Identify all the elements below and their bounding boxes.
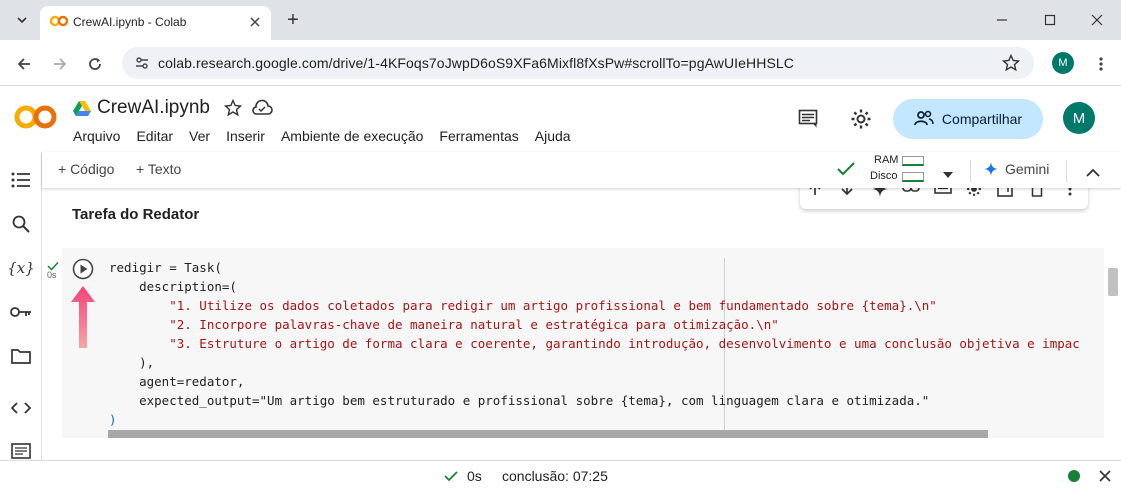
menu-ajuda[interactable]: Ajuda xyxy=(535,128,571,144)
horizontal-scrollbar[interactable] xyxy=(108,430,988,438)
share-label: Compartilhar xyxy=(941,111,1023,127)
status-exec-time: 0s xyxy=(467,468,482,484)
new-tab-button[interactable]: + xyxy=(281,8,305,32)
code-line-7: agent=redator, xyxy=(109,374,245,389)
notebook-content: Tarefa do Redator 0s redigir = Task( des… xyxy=(42,188,1121,460)
code-line-4: "2. Incorpore palavras-chave de maneira … xyxy=(109,317,779,332)
url-text: colab.research.google.com/drive/1-4KFoqs… xyxy=(158,55,795,71)
code-line-8: expected_output="Um artigo bem estrutura… xyxy=(109,393,930,408)
omnibox[interactable]: colab.research.google.com/drive/1-4KFoqs… xyxy=(122,47,1034,79)
star-notebook-icon[interactable] xyxy=(223,98,243,122)
runtime-dropdown-icon[interactable] xyxy=(942,166,954,184)
disk-bar xyxy=(902,172,924,182)
code-cell[interactable]: redigir = Task( description=( "1. Utiliz… xyxy=(62,248,1104,438)
status-completion: conclusão: 07:25 xyxy=(502,468,608,484)
files-folder-icon[interactable] xyxy=(9,344,33,368)
notebook-toolbar: + Código + Texto RAM Disco Gemini xyxy=(42,152,1121,188)
google-drive-icon xyxy=(73,100,91,121)
close-window-button[interactable] xyxy=(1085,8,1109,32)
colab-favicon-icon xyxy=(49,14,69,33)
secrets-key-icon[interactable] xyxy=(9,300,33,324)
left-sidebar: {x} xyxy=(0,152,42,460)
status-check-icon xyxy=(444,469,458,487)
code-editor[interactable]: redigir = Task( description=( "1. Utiliz… xyxy=(109,258,1080,429)
pointer-arrow-icon xyxy=(69,284,97,355)
ram-label: RAM xyxy=(874,154,899,166)
share-button[interactable]: Compartilhar xyxy=(893,99,1043,139)
collapse-toolbar-icon[interactable] xyxy=(1086,164,1100,182)
code-line-6: ), xyxy=(109,355,155,370)
settings-gear-icon[interactable] xyxy=(850,108,872,135)
code-snippets-icon[interactable] xyxy=(9,396,33,420)
code-line-2: description=( xyxy=(109,279,237,294)
close-status-icon[interactable] xyxy=(1099,469,1111,487)
cell-exec-time: 0s xyxy=(47,270,57,280)
run-cell-button[interactable] xyxy=(72,258,94,285)
comments-icon[interactable] xyxy=(798,109,818,134)
toolbar-divider xyxy=(970,160,971,182)
bookmark-star-icon[interactable] xyxy=(1001,53,1021,77)
colab-logo-icon[interactable] xyxy=(14,104,58,135)
toolbar-divider-2 xyxy=(1066,160,1067,182)
maximize-button[interactable] xyxy=(1038,8,1062,32)
menu-ambiente-execucao[interactable]: Ambiente de execução xyxy=(281,128,423,144)
code-line-3: "1. Utilize os dados coletados para redi… xyxy=(109,298,937,313)
menu-bar: Arquivo Editar Ver Inserir Ambiente de e… xyxy=(73,128,587,144)
add-person-icon xyxy=(914,110,934,129)
menu-ver[interactable]: Ver xyxy=(189,128,210,144)
site-info-icon[interactable] xyxy=(134,55,150,76)
forward-icon[interactable] xyxy=(48,52,72,76)
browser-menu-icon[interactable] xyxy=(1089,52,1113,76)
minimize-button[interactable] xyxy=(990,8,1014,32)
table-of-contents-icon[interactable] xyxy=(9,168,33,192)
variables-icon[interactable]: {x} xyxy=(7,256,35,280)
menu-inserir[interactable]: Inserir xyxy=(226,128,265,144)
connection-status-dot xyxy=(1068,470,1080,482)
cloud-saved-icon[interactable] xyxy=(251,99,273,122)
code-line-1: redigir = Task( xyxy=(109,260,222,275)
runtime-connected-check-icon xyxy=(837,162,855,181)
ram-bar xyxy=(902,156,924,166)
address-bar: colab.research.google.com/drive/1-4KFoqs… xyxy=(0,40,1121,86)
status-bar: 0s conclusão: 07:25 xyxy=(0,460,1121,490)
tab-search-icon[interactable] xyxy=(10,8,34,32)
code-line-5: "3. Estruture o artigo de forma clara e … xyxy=(109,336,1080,351)
gemini-label: Gemini xyxy=(1005,161,1050,177)
gemini-sparkle-icon xyxy=(984,162,998,181)
browser-tab[interactable]: CrewAI.ipynb - Colab xyxy=(40,6,271,40)
tab-title: CrewAI.ipynb - Colab xyxy=(73,15,187,29)
search-icon[interactable] xyxy=(9,212,33,236)
vertical-scrollbar[interactable] xyxy=(1108,268,1118,296)
reload-icon[interactable] xyxy=(83,52,107,76)
text-cell-heading: Tarefa do Redator xyxy=(72,206,200,223)
menu-editar[interactable]: Editar xyxy=(136,128,173,144)
disk-label: Disco xyxy=(870,170,898,182)
code-line-9: ) xyxy=(109,412,117,427)
browser-tab-bar: CrewAI.ipynb - Colab + xyxy=(0,0,1121,40)
back-icon[interactable] xyxy=(12,52,36,76)
close-tab-icon[interactable] xyxy=(249,15,261,33)
menu-arquivo[interactable]: Arquivo xyxy=(73,128,120,144)
colab-header: CrewAI.ipynb Arquivo Editar Ver Inserir … xyxy=(0,86,1121,152)
user-avatar[interactable]: M xyxy=(1063,102,1095,134)
add-code-button[interactable]: + Código xyxy=(58,161,114,177)
notebook-title[interactable]: CrewAI.ipynb xyxy=(97,97,210,119)
menu-ferramentas[interactable]: Ferramentas xyxy=(439,128,518,144)
browser-profile-avatar[interactable]: M xyxy=(1052,52,1074,74)
add-text-button[interactable]: + Texto xyxy=(136,161,181,177)
